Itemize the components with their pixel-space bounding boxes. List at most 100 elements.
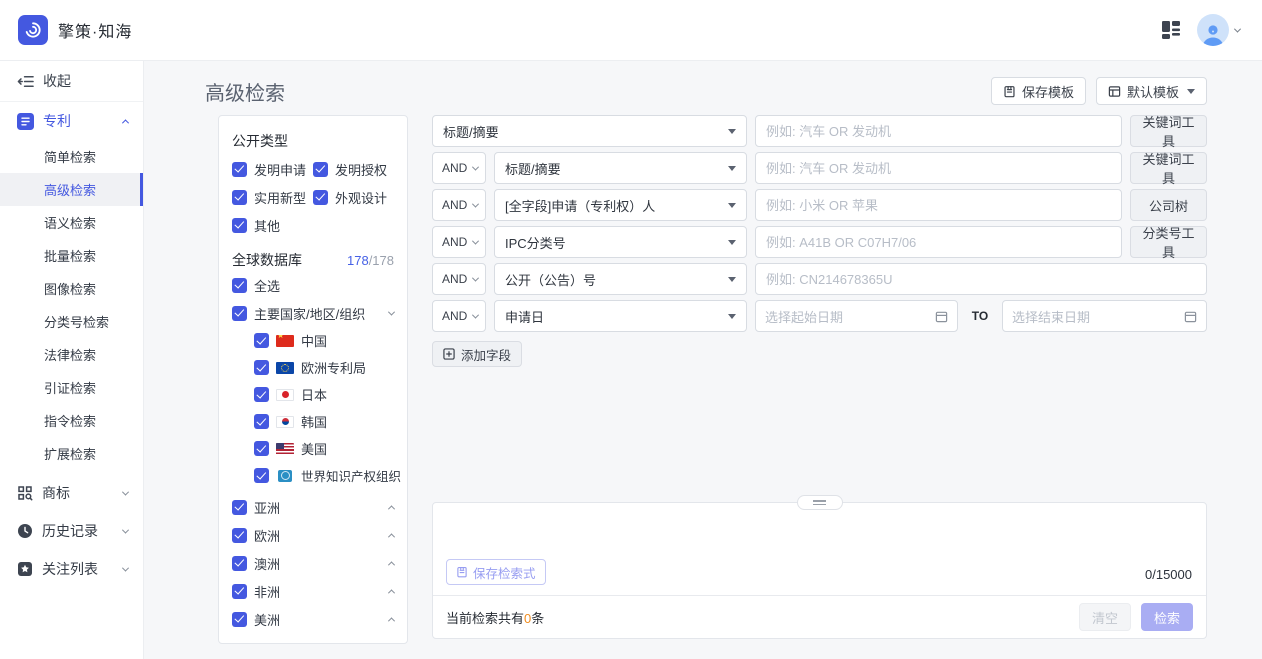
region-group-row[interactable]: 主要国家/地区/组织 xyxy=(232,299,394,327)
country-row-japan[interactable]: 日本 xyxy=(232,381,394,408)
apps-grid-icon[interactable] xyxy=(1161,20,1181,40)
checkbox-checked-icon[interactable] xyxy=(254,441,269,456)
pubtype-invention-grant[interactable]: 发明授权 xyxy=(313,155,394,183)
sidebar-item-classification-search[interactable]: 分类号检索 xyxy=(0,305,143,338)
continent-row-africa[interactable]: 非洲 xyxy=(232,577,394,605)
select-chevron-icon xyxy=(472,237,479,244)
sidebar-item-batch-search[interactable]: 批量检索 xyxy=(0,239,143,272)
keyword-tool-button[interactable]: 关键词工具 xyxy=(1130,115,1207,147)
checkbox-checked-icon[interactable] xyxy=(313,190,328,205)
sidebar-section-trademark[interactable]: 商标 xyxy=(0,474,143,512)
checkbox-checked-icon[interactable] xyxy=(313,162,328,177)
country-row-usa[interactable]: 美国 xyxy=(232,435,394,462)
checkbox-checked-icon[interactable] xyxy=(254,414,269,429)
sidebar-section-watchlist[interactable]: 关注列表 xyxy=(0,550,143,588)
chevron-up-icon xyxy=(388,533,395,540)
query-input[interactable] xyxy=(755,189,1122,221)
operator-select[interactable]: AND xyxy=(432,300,486,332)
query-input[interactable] xyxy=(755,263,1207,295)
classification-tool-button[interactable]: 分类号工具 xyxy=(1130,226,1207,258)
country-row-korea[interactable]: 韩国 xyxy=(232,408,394,435)
sidebar-item-command-search[interactable]: 指令检索 xyxy=(0,404,143,437)
continent-row-europe[interactable]: 欧洲 xyxy=(232,521,394,549)
field-select[interactable]: 标题/摘要 xyxy=(494,152,747,184)
save-query-icon xyxy=(456,566,468,578)
checkbox-checked-icon[interactable] xyxy=(232,612,247,627)
sidebar-item-semantic-search[interactable]: 语义检索 xyxy=(0,206,143,239)
keyword-tool-button[interactable]: 关键词工具 xyxy=(1130,152,1207,184)
save-template-button[interactable]: 保存模板 xyxy=(991,77,1086,105)
operator-select[interactable]: AND xyxy=(432,189,486,221)
user-menu[interactable] xyxy=(1197,14,1240,46)
operator-select[interactable]: AND xyxy=(432,263,486,295)
clear-button[interactable]: 清空 xyxy=(1079,603,1131,631)
checkbox-checked-icon[interactable] xyxy=(232,556,247,571)
country-row-wipo[interactable]: 世界知识产权组织 xyxy=(232,462,394,489)
default-template-button[interactable]: 默认模板 xyxy=(1096,77,1207,105)
checkbox-checked-icon[interactable] xyxy=(232,278,247,293)
continent-row-oceania[interactable]: 澳洲 xyxy=(232,549,394,577)
country-row-epo[interactable]: 欧洲专利局 xyxy=(232,354,394,381)
sidebar-item-image-search[interactable]: 图像检索 xyxy=(0,272,143,305)
checkbox-checked-icon[interactable] xyxy=(254,333,269,348)
save-query-button[interactable]: 保存检索式 xyxy=(446,559,546,585)
query-input[interactable] xyxy=(755,226,1122,258)
tool-button-label: 分类号工具 xyxy=(1137,223,1200,261)
company-tree-button[interactable]: 公司树 xyxy=(1130,189,1207,221)
region-group-label: 主要国家/地区/组织 xyxy=(254,304,365,323)
search-button[interactable]: 检索 xyxy=(1141,603,1193,631)
country-row-china[interactable]: 中国 xyxy=(232,327,394,354)
sidebar-item-extended-search[interactable]: 扩展检索 xyxy=(0,437,143,470)
checkbox-label: 发明授权 xyxy=(335,160,387,179)
select-all-checkbox-row[interactable]: 全选 xyxy=(232,271,394,299)
continent-row-america[interactable]: 美洲 xyxy=(232,605,394,633)
checkbox-checked-icon[interactable] xyxy=(254,360,269,375)
sidebar-item-simple-search[interactable]: 简单检索 xyxy=(0,140,143,173)
field-select[interactable]: IPC分类号 xyxy=(494,226,747,258)
checkbox-checked-icon[interactable] xyxy=(232,190,247,205)
select-chevron-icon xyxy=(472,311,479,318)
sidebar-section-patent[interactable]: 专利 xyxy=(0,102,143,140)
pubtype-design[interactable]: 外观设计 xyxy=(313,183,394,211)
date-range-to-label: TO xyxy=(958,300,1002,332)
save-template-icon xyxy=(1003,85,1016,98)
query-input[interactable] xyxy=(755,115,1122,147)
select-caret-icon xyxy=(728,166,736,171)
pubtype-invention-application[interactable]: 发明申请 xyxy=(232,155,313,183)
field-select[interactable]: 公开（公告）号 xyxy=(494,263,747,295)
sidebar-item-label: 图像检索 xyxy=(44,279,96,298)
end-date-picker[interactable]: 选择结束日期 xyxy=(1002,300,1207,332)
continent-row-asia[interactable]: 亚洲 xyxy=(232,493,394,521)
query-expression-area[interactable]: 保存检索式 0/15000 xyxy=(433,503,1206,595)
query-input[interactable] xyxy=(755,152,1122,184)
checkbox-checked-icon[interactable] xyxy=(254,387,269,402)
add-field-button[interactable]: 添加字段 xyxy=(432,341,522,367)
sidebar-item-label: 引证检索 xyxy=(44,378,96,397)
field-select[interactable]: 申请日 xyxy=(494,300,747,332)
pubtype-utility-model[interactable]: 实用新型 xyxy=(232,183,313,211)
sidebar-item-citation-search[interactable]: 引证检索 xyxy=(0,371,143,404)
checkbox-checked-icon[interactable] xyxy=(232,584,247,599)
chevron-up-icon xyxy=(388,617,395,624)
user-avatar[interactable] xyxy=(1197,14,1229,46)
checkbox-checked-icon[interactable] xyxy=(232,528,247,543)
operator-select[interactable]: AND xyxy=(432,152,486,184)
sidebar-item-legal-search[interactable]: 法律检索 xyxy=(0,338,143,371)
search-button-label: 检索 xyxy=(1154,611,1180,626)
pubtype-other[interactable]: 其他 xyxy=(232,211,313,239)
checkbox-checked-icon[interactable] xyxy=(232,500,247,515)
result-count-text: 当前检索共有0条 xyxy=(446,608,544,627)
checkbox-checked-icon[interactable] xyxy=(254,468,269,483)
field-select[interactable]: [全字段]申请（专利权）人 xyxy=(494,189,747,221)
checkbox-checked-icon[interactable] xyxy=(232,162,247,177)
sidebar: 收起 专利 简单检索 高级检索 语义检索 批量检索 图像检索 分类号检索 法律检… xyxy=(0,61,144,659)
start-date-picker[interactable]: 选择起始日期 xyxy=(755,300,958,332)
sidebar-section-history[interactable]: 历史记录 xyxy=(0,512,143,550)
checkbox-checked-icon[interactable] xyxy=(232,218,247,233)
sidebar-collapse-button[interactable]: 收起 xyxy=(0,61,143,102)
operator-select[interactable]: AND xyxy=(432,226,486,258)
field-select[interactable]: 标题/摘要 xyxy=(432,115,747,147)
top-header: 擎策·知海 xyxy=(0,0,1262,61)
checkbox-checked-icon[interactable] xyxy=(232,306,247,321)
sidebar-item-advanced-search[interactable]: 高级检索 xyxy=(0,173,143,206)
